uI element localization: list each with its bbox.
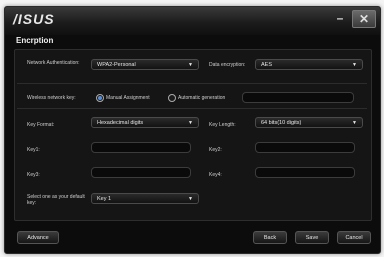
manual-assignment-radio[interactable] — [96, 94, 104, 102]
data-encryption-value: AES — [261, 62, 273, 68]
manual-assignment-label: Manual Assignment — [106, 95, 150, 101]
key4-label: Key4: — [209, 172, 222, 178]
divider — [17, 83, 367, 84]
encryption-dialog: /ISUS – ✕ Encrption Network Authenticati… — [4, 6, 381, 254]
automatic-generation-label: Automatic generation — [178, 95, 226, 101]
data-encryption-dropdown[interactable]: AES ▼ — [255, 59, 363, 70]
key1-input[interactable] — [91, 142, 191, 153]
key-format-value: Hexadecimal digits — [97, 120, 144, 126]
key-format-label: Key Format: — [27, 122, 55, 128]
caret-down-icon: ▼ — [352, 62, 357, 68]
network-auth-dropdown[interactable]: WPA2-Personal ▼ — [91, 59, 199, 70]
key2-input[interactable] — [255, 142, 355, 153]
minimize-icon[interactable]: – — [331, 10, 349, 26]
wireless-key-input[interactable] — [242, 92, 354, 103]
key2-label: Key2: — [209, 147, 222, 153]
key-length-label: Key Length: — [209, 122, 236, 128]
advance-button[interactable]: Advance — [17, 231, 59, 244]
cancel-button[interactable]: Cancel — [337, 231, 371, 244]
key3-label: Key3: — [27, 172, 40, 178]
key1-label: Key1: — [27, 147, 40, 153]
key-length-value: 64 bits(10 digits) — [261, 120, 302, 126]
back-button[interactable]: Back — [253, 231, 287, 244]
close-icon[interactable]: ✕ — [352, 10, 376, 28]
title-bar[interactable]: /ISUS – ✕ — [5, 7, 380, 35]
key3-input[interactable] — [91, 167, 191, 178]
caret-down-icon: ▼ — [188, 62, 193, 68]
automatic-generation-radio[interactable] — [168, 94, 176, 102]
wireless-key-label: Wireless network key: — [27, 95, 76, 101]
default-key-dropdown[interactable]: Key 1 ▼ — [91, 193, 199, 204]
default-key-value: Key 1 — [97, 196, 112, 202]
divider — [17, 108, 367, 109]
network-auth-value: WPA2-Personal — [97, 62, 136, 68]
asus-logo: /ISUS — [13, 11, 55, 27]
data-encryption-label: Data encryption: — [209, 62, 246, 68]
key-format-dropdown[interactable]: Hexadecimal digits ▼ — [91, 117, 199, 128]
network-auth-label: Network Authentication: — [27, 60, 80, 66]
caret-down-icon: ▼ — [352, 120, 357, 126]
caret-down-icon: ▼ — [188, 196, 193, 202]
key4-input[interactable] — [255, 167, 355, 178]
default-key-label: Select one as your default key: — [27, 194, 85, 206]
key-length-dropdown[interactable]: 64 bits(10 digits) ▼ — [255, 117, 363, 128]
save-button[interactable]: Save — [295, 231, 329, 244]
section-title: Encrption — [16, 36, 54, 45]
caret-down-icon: ▼ — [188, 120, 193, 126]
